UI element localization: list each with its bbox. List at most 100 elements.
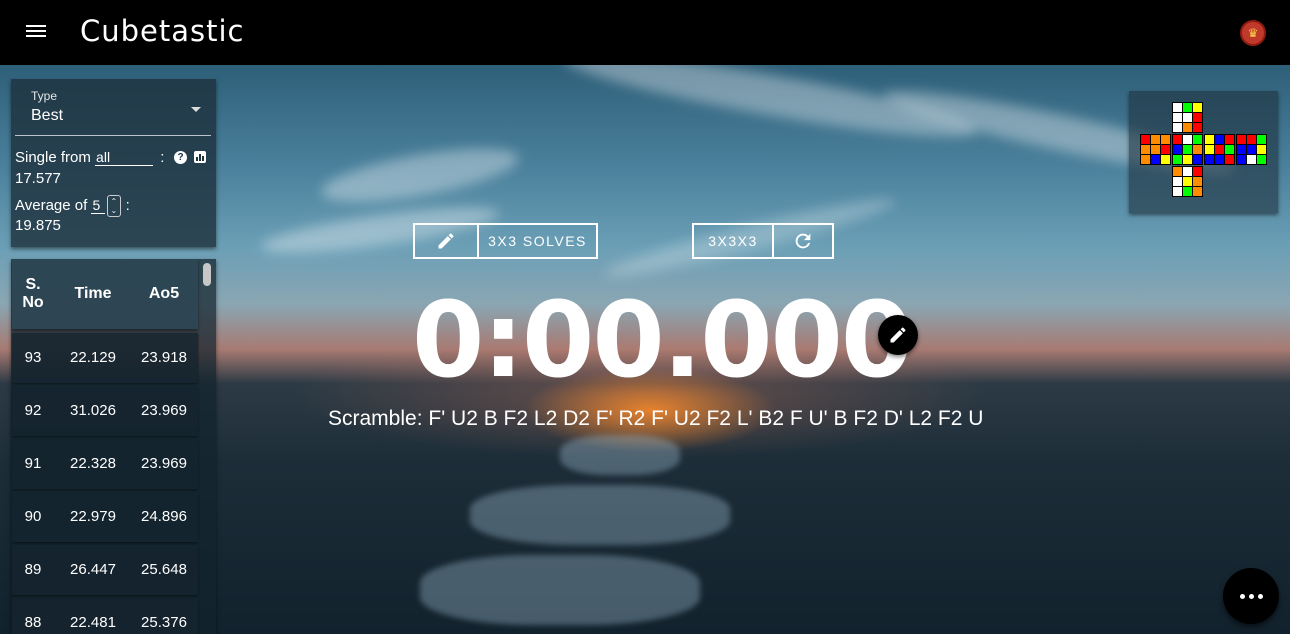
cube-sticker [1173,145,1182,154]
edit-time-button[interactable] [878,315,918,355]
table-row[interactable]: 93 22.129 23.918 [12,333,198,383]
cube-sticker [1141,135,1150,144]
cube-sticker [1225,145,1234,154]
single-range-input[interactable]: all [95,149,154,166]
table-row[interactable]: 88 22.481 25.376 [12,598,198,634]
row-ao5: 23.969 [141,455,187,472]
cube-sticker [1193,145,1202,154]
header-sno-line1: S. [25,276,41,293]
row-time: 22.328 [70,455,116,472]
session-button-group: 3X3 SOLVES [413,223,598,259]
scrollbar-thumb[interactable] [203,263,211,286]
row-ao5: 25.648 [141,561,187,578]
dropdown-caret-icon [191,107,201,112]
pencil-icon [438,233,454,249]
cube-sticker [1193,187,1202,196]
cube-sticker [1141,145,1150,154]
row-time: 26.447 [70,561,116,578]
table-row[interactable]: 89 26.447 25.648 [12,545,198,595]
row-no: 89 [24,561,42,578]
table-header: S. No Time Ao5 [12,259,198,329]
average-value: 19.875 [15,217,61,234]
cube-sticker [1183,135,1192,144]
cube-sticker [1151,135,1160,144]
cube-sticker [1173,123,1182,132]
single-value: 17.577 [15,170,61,187]
cube-sticker [1257,145,1266,154]
stats-panel: Type Best Single from all : ? 17.577 Ave… [11,79,216,247]
row-ao5: 23.918 [141,349,187,366]
cube-sticker [1257,135,1266,144]
average-row: Average of 5 ⌃ ⌄ : [15,195,130,217]
more-dots-icon [1239,593,1245,599]
cube-sticker [1247,145,1256,154]
new-scramble-button[interactable] [772,225,832,257]
table-row[interactable]: 91 22.328 23.969 [12,439,198,489]
cube-face-left [1140,134,1171,165]
average-label: Average of [15,196,88,214]
timer-display[interactable]: 0:00.000 [412,288,913,392]
cube-sticker [1151,145,1160,154]
cube-face-up [1172,102,1203,133]
row-ao5: 24.896 [141,508,187,525]
cube-sticker [1205,155,1214,164]
cube-sticker [1173,135,1182,144]
cube-sticker [1173,113,1182,122]
single-row: Single from all : [15,149,164,166]
app-title: Cubetastic [80,14,245,48]
cube-sticker [1161,155,1170,164]
single-colon: : [160,149,165,166]
cube-sticker [1215,145,1224,154]
cube-sticker [1183,177,1192,186]
cube-sticker [1183,113,1192,122]
cube-sticker [1161,145,1170,154]
header-sno-line2: No [22,294,44,311]
cube-preview [1129,91,1278,213]
help-icon[interactable]: ? [174,151,187,164]
average-count-spinner[interactable]: ⌃ ⌄ [107,195,122,217]
cube-sticker [1183,187,1192,196]
table-row[interactable]: 90 22.979 24.896 [12,492,198,542]
cube-face-back [1236,134,1267,165]
cube-face-right [1204,134,1235,165]
row-ao5: 25.376 [141,614,187,631]
cube-sticker [1237,155,1246,164]
average-count-input[interactable]: 5 [91,197,106,214]
cube-sticker [1183,123,1192,132]
cube-sticker [1215,155,1224,164]
table-scrollbar[interactable] [203,261,211,634]
average-colon: : [125,196,130,214]
header-time: Time [74,285,112,302]
cube-sticker [1183,155,1192,164]
refresh-icon [795,233,811,249]
cube-sticker [1237,145,1246,154]
session-select-button[interactable]: 3X3 SOLVES [477,225,596,257]
edit-session-button[interactable] [415,225,477,257]
row-no: 90 [24,508,42,525]
cube-sticker [1205,135,1214,144]
row-no: 88 [24,614,42,631]
cube-sticker [1183,103,1192,112]
app-bar: Cubetastic ♛ [0,0,1290,65]
pencil-icon [890,327,906,343]
user-avatar[interactable]: ♛ [1240,20,1266,46]
chart-icon[interactable] [194,151,206,163]
type-select[interactable]: Type Best [15,85,211,136]
cube-sticker [1161,135,1170,144]
row-time: 22.129 [70,349,116,366]
row-no: 91 [24,455,42,472]
row-ao5: 23.969 [141,402,187,419]
menu-icon[interactable] [24,22,48,44]
row-time: 22.979 [70,508,116,525]
scramble-text: Scramble: F' U2 B F2 L2 D2 F' R2 F' U2 F… [328,407,984,430]
cube-sticker [1173,187,1182,196]
more-options-button[interactable] [1223,568,1279,624]
table-row[interactable]: 92 31.026 23.969 [12,386,198,436]
cube-sticker [1225,135,1234,144]
single-label: Single from [15,149,91,166]
cube-face-front [1172,134,1203,165]
cube-sticker [1193,113,1202,122]
cube-sticker [1193,135,1202,144]
row-time: 22.481 [70,614,116,631]
puzzle-type-button[interactable]: 3X3X3 [694,225,772,257]
